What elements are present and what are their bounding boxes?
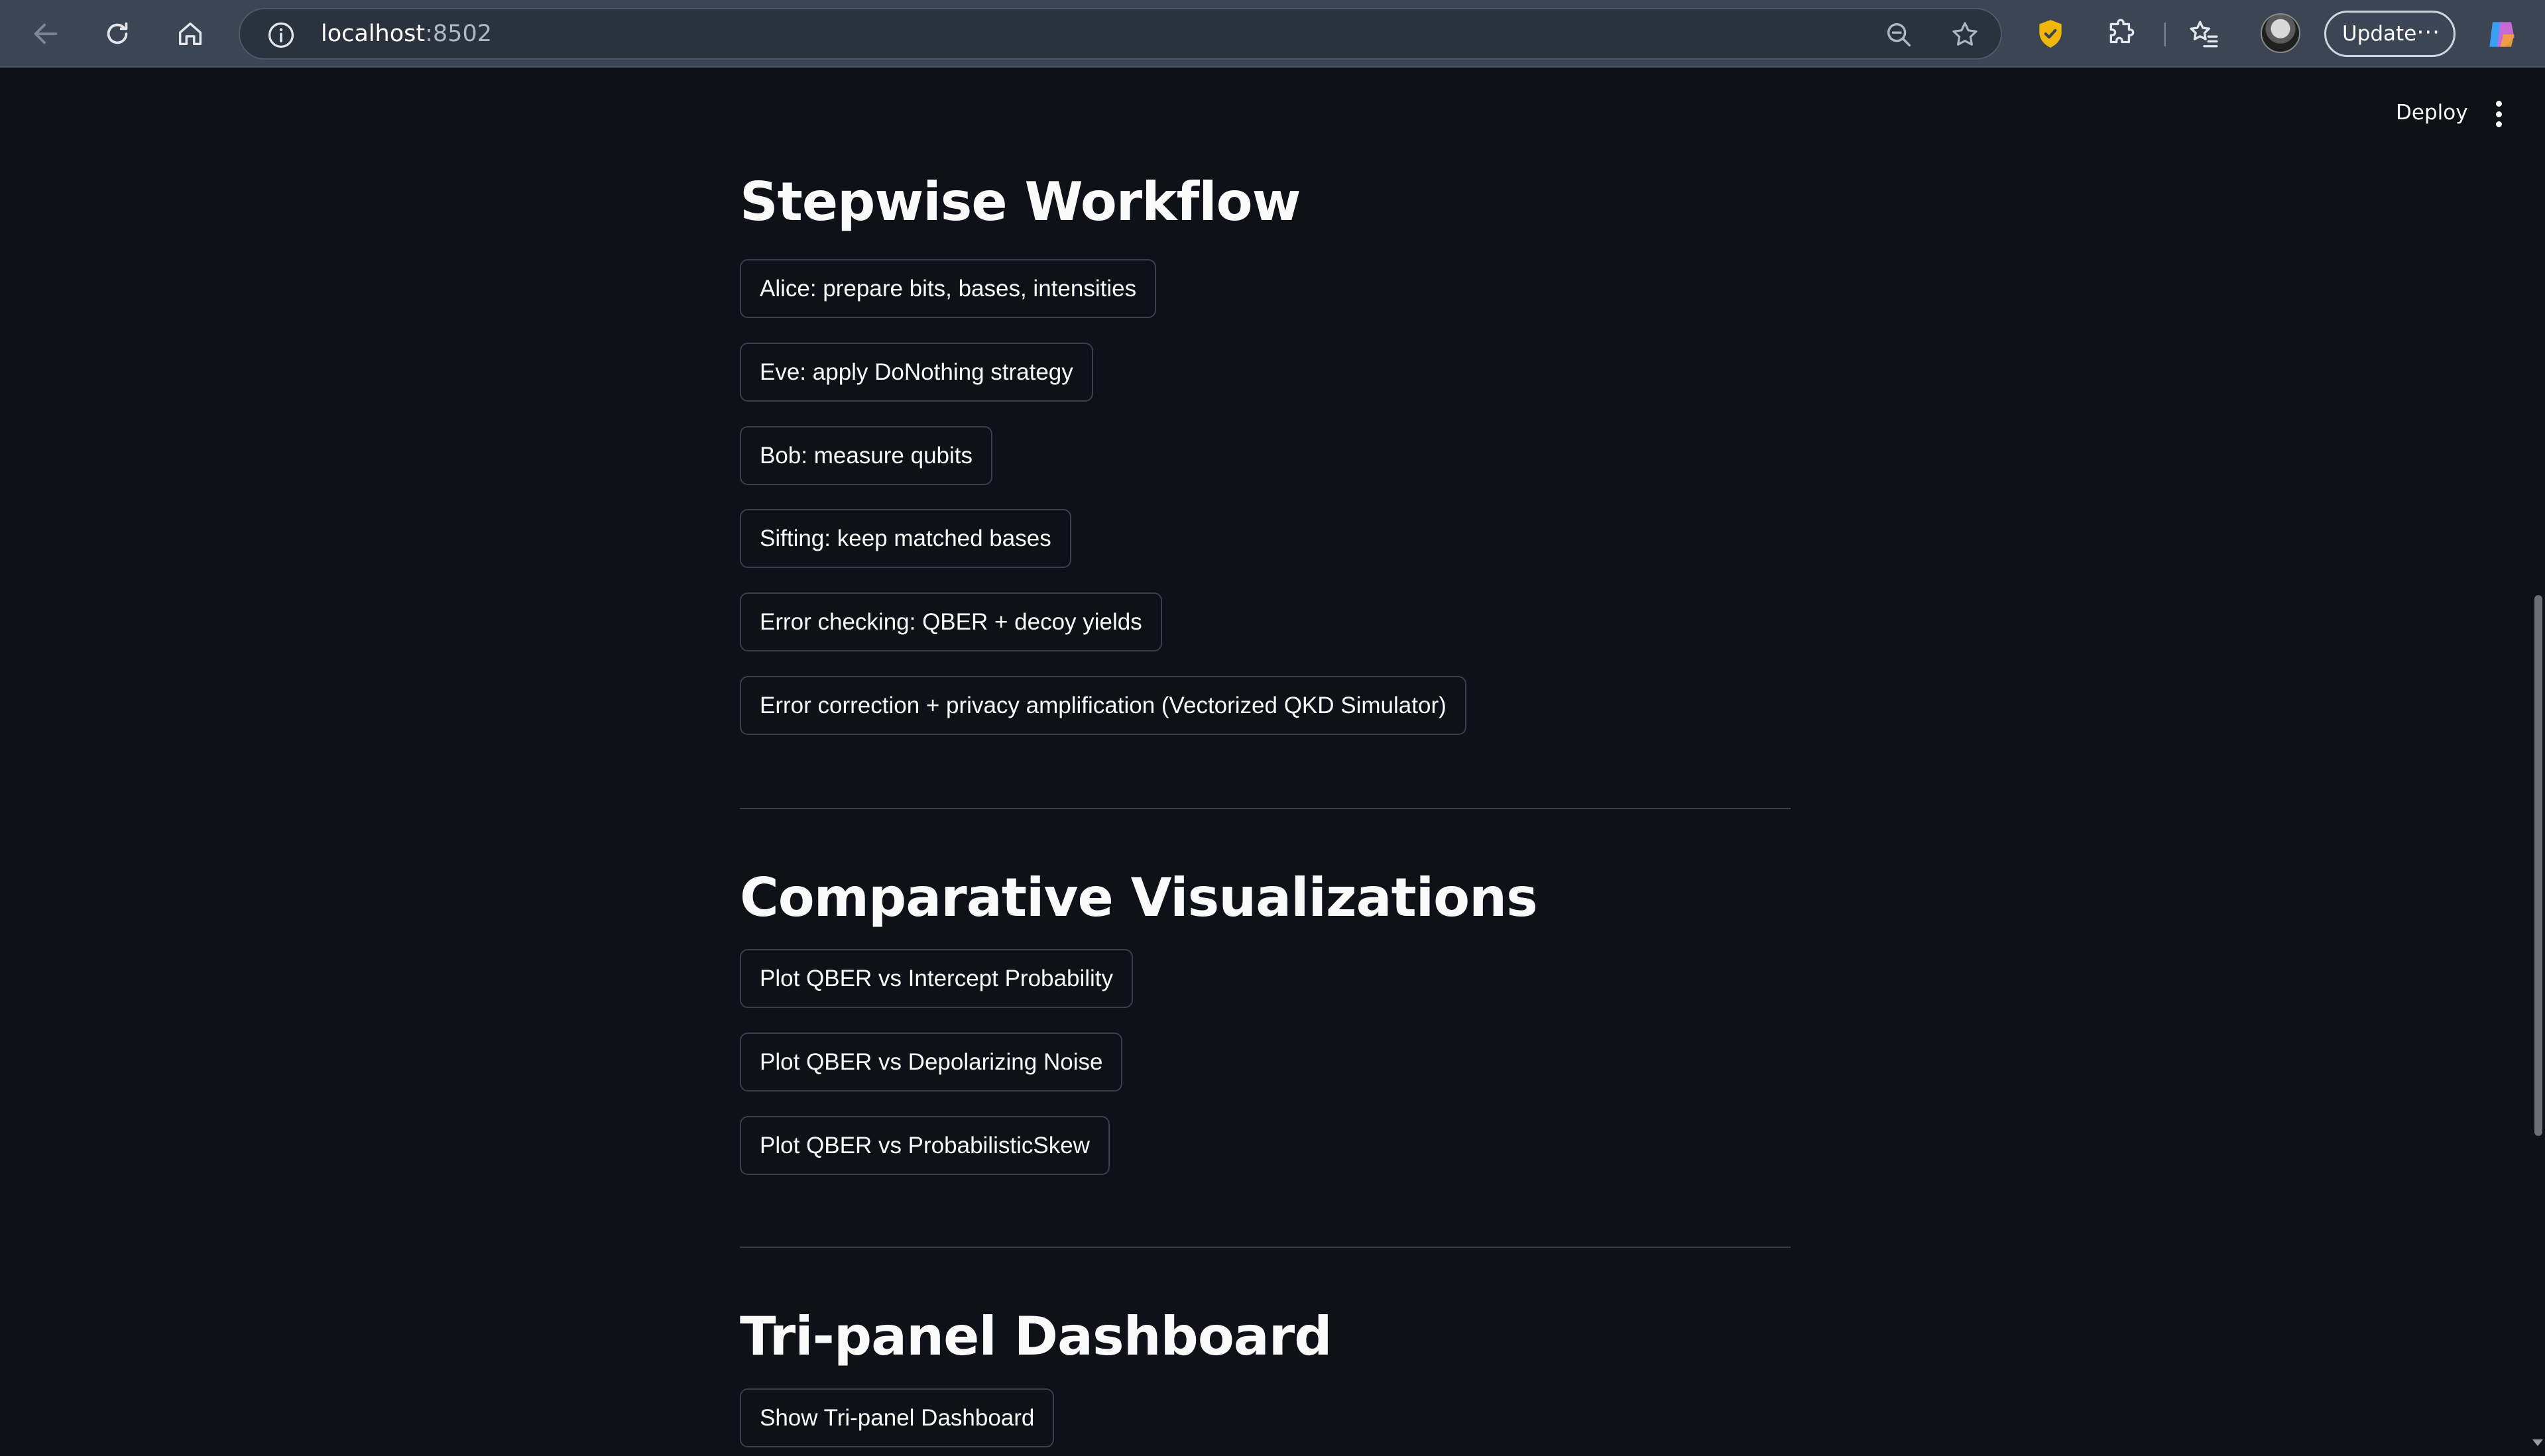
update-button[interactable]: Update ···: [2324, 11, 2456, 57]
favorites-icon[interactable]: [2188, 17, 2221, 50]
reload-button[interactable]: [98, 15, 137, 53]
more-options-icon[interactable]: ···: [2417, 19, 2440, 46]
alice-prepare-button[interactable]: Alice: prepare bits, bases, intensities: [740, 259, 1157, 318]
scroll-down-arrow-icon[interactable]: [2532, 1439, 2543, 1446]
home-button[interactable]: [171, 15, 209, 53]
browser-toolbar: localhost:8502 Update ···: [0, 0, 2545, 68]
error-checking-button[interactable]: Error checking: QBER + decoy yields: [740, 592, 1162, 651]
scrollbar-thumb[interactable]: [2534, 595, 2542, 1136]
section-title-tri-panel-dashboard: Tri-panel Dashboard: [740, 1306, 1332, 1367]
profile-avatar[interactable]: [2261, 13, 2300, 53]
section-title-stepwise-workflow: Stepwise Workflow: [740, 171, 1301, 233]
plot-qber-depolarizing-button[interactable]: Plot QBER vs Depolarizing Noise: [740, 1033, 1123, 1092]
section-divider: [740, 1247, 1791, 1248]
site-info-icon[interactable]: [266, 21, 296, 50]
section-title-comparative-visualizations: Comparative Visualizations: [740, 867, 1538, 928]
home-icon: [178, 22, 202, 46]
plot-qber-intercept-button[interactable]: Plot QBER vs Intercept Probability: [740, 949, 1133, 1008]
back-arrow-icon: [34, 23, 58, 44]
extensions-puzzle-icon[interactable]: [2105, 17, 2139, 50]
sifting-button[interactable]: Sifting: keep matched bases: [740, 509, 1071, 568]
error-correction-button[interactable]: Error correction + privacy amplification…: [740, 676, 1466, 735]
show-dashboard-button[interactable]: Show Tri-panel Dashboard: [740, 1388, 1055, 1447]
back-button[interactable]: [27, 15, 65, 53]
copilot-icon[interactable]: [2483, 16, 2520, 53]
deploy-button[interactable]: Deploy: [2396, 101, 2468, 125]
reload-icon: [107, 22, 128, 44]
bookmark-star-icon[interactable]: [1949, 19, 1981, 50]
toolbar-separator: [2164, 23, 2166, 46]
url-port: :8502: [425, 21, 492, 47]
address-bar[interactable]: localhost:8502: [239, 8, 2002, 60]
shield-icon[interactable]: [2034, 17, 2067, 50]
url-text[interactable]: localhost:8502: [321, 9, 492, 58]
section-divider: [740, 808, 1791, 809]
bob-measure-button[interactable]: Bob: measure qubits: [740, 426, 993, 485]
eve-strategy-button[interactable]: Eve: apply DoNothing strategy: [740, 343, 1093, 402]
plot-qber-skew-button[interactable]: Plot QBER vs ProbabilisticSkew: [740, 1116, 1110, 1175]
update-label: Update: [2342, 22, 2417, 46]
zoom-out-icon[interactable]: [1884, 20, 1915, 50]
url-host: localhost: [321, 21, 426, 47]
main-menu-icon[interactable]: [2489, 101, 2509, 127]
